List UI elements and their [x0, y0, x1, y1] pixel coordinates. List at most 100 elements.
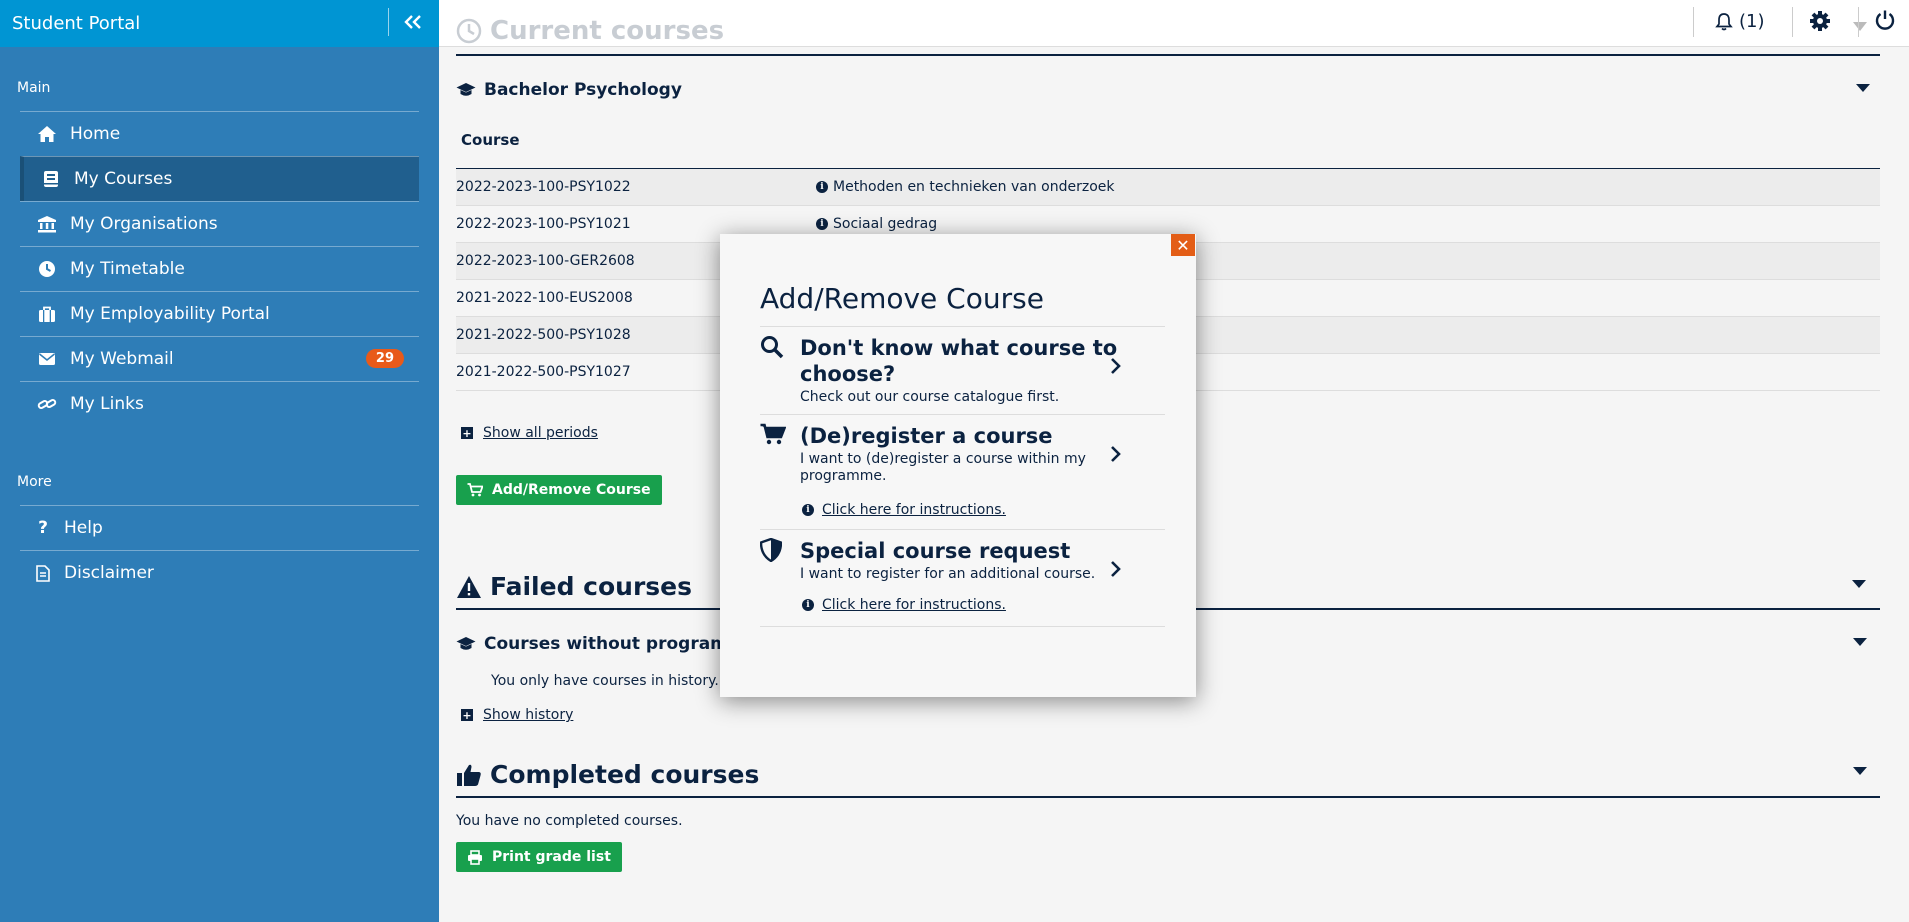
- collapse-sidebar-button[interactable]: [398, 6, 428, 38]
- sidebar-item-my-employability-portal[interactable]: My Employability Portal: [20, 291, 419, 336]
- print-grade-list-button[interactable]: Print grade list: [456, 842, 622, 872]
- sidebar-item-label: Disclaimer: [64, 563, 154, 583]
- option-subtitle: I want to register for an additional cou…: [800, 566, 1096, 582]
- instructions-link[interactable]: Click here for instructions.: [822, 502, 1006, 518]
- info-icon[interactable]: i: [816, 181, 828, 193]
- link-icon: [34, 396, 60, 412]
- sidebar-item-label: My Employability Portal: [70, 304, 270, 324]
- collapse-failed-chevron-icon[interactable]: [1852, 580, 1866, 588]
- sidebar-item-label: My Webmail: [70, 349, 174, 369]
- topbar-divider: [1858, 7, 1859, 37]
- sidebar-item-disclaimer[interactable]: Disclaimer: [20, 550, 419, 595]
- table-row[interactable]: 2022-2023-100-PSY1022 i Methoden en techn…: [456, 169, 1880, 206]
- home-icon: [34, 125, 60, 143]
- sidebar-item-my-webmail[interactable]: My Webmail 29: [20, 336, 419, 381]
- sidebar-item-label: Help: [64, 518, 103, 538]
- chevron-right-icon: [1110, 357, 1122, 379]
- notifications-button[interactable]: (1): [1715, 11, 1765, 32]
- cart-icon: [467, 483, 483, 497]
- sidebar-item-my-courses[interactable]: My Courses: [20, 156, 419, 201]
- shield-icon: [759, 537, 783, 566]
- section-divider: [456, 54, 1880, 56]
- add-remove-course-label: Add/Remove Course: [492, 482, 651, 498]
- current-courses-title: Current courses: [456, 16, 724, 46]
- show-all-periods-link-row: + Show all periods: [461, 425, 598, 441]
- info-icon: i: [802, 599, 814, 611]
- sidebar-item-label: Home: [70, 124, 121, 144]
- close-icon: ✕: [1176, 235, 1190, 255]
- section-divider: [456, 796, 1880, 798]
- cart-icon: [760, 423, 787, 449]
- sidebar-item-my-links[interactable]: My Links: [20, 381, 419, 426]
- collapse-completed-chevron-icon[interactable]: [1853, 767, 1867, 775]
- programme-heading[interactable]: Bachelor Psychology: [456, 80, 682, 100]
- option-special-course-request[interactable]: Special course request I want to registe…: [759, 529, 1165, 626]
- printer-icon: [468, 849, 482, 865]
- option-bottom-divider: [760, 626, 1165, 627]
- thumbs-up-icon: [457, 764, 481, 786]
- user-menu-chevron-icon[interactable]: [1853, 22, 1867, 31]
- sidebar-header: Student Portal: [0, 0, 439, 47]
- sidebar-item-label: My Links: [70, 394, 144, 414]
- completed-courses-heading[interactable]: Completed courses: [456, 760, 759, 789]
- option-course-catalogue[interactable]: Don't know what course to choose? Check …: [760, 326, 1165, 414]
- power-icon: [1875, 10, 1895, 30]
- course-name-cell: i Methoden en technieken van onderzoek: [816, 179, 1115, 195]
- show-history-link-row: + Show history: [461, 707, 573, 723]
- graduation-cap-icon: [456, 637, 476, 650]
- bank-icon: [34, 215, 60, 233]
- courses-without-programme-heading[interactable]: Courses without programme: [456, 634, 757, 654]
- gear-icon: [1810, 11, 1830, 31]
- sidebar-item-label: My Organisations: [70, 214, 218, 234]
- option-deregister-course[interactable]: (De)register a course I want to (de)regi…: [760, 414, 1165, 529]
- failed-courses-heading[interactable]: Failed courses: [456, 572, 692, 601]
- current-courses-title-text: Current courses: [490, 16, 725, 46]
- collapse-programme-chevron-icon[interactable]: [1856, 84, 1870, 92]
- completed-courses-title: Completed courses: [490, 760, 760, 789]
- course-code: 2022-2023-100-PSY1022: [456, 179, 631, 195]
- add-remove-course-button[interactable]: Add/Remove Course: [456, 475, 662, 505]
- instructions-link[interactable]: Click here for instructions.: [822, 597, 1006, 613]
- collapse-without-programme-chevron-icon[interactable]: [1853, 638, 1867, 646]
- chevron-right-icon: [1110, 445, 1122, 467]
- option-subtitle: Check out our course catalogue first.: [800, 389, 1060, 405]
- info-icon: i: [802, 504, 814, 516]
- option-title: (De)register a course: [800, 424, 1053, 448]
- topbar-divider: [1792, 7, 1793, 37]
- sidebar-item-help[interactable]: ? Help: [20, 505, 419, 550]
- course-code: 2022-2023-100-PSY1021: [456, 216, 631, 232]
- option-subtitle: I want to (de)register a course within m…: [800, 451, 1086, 485]
- sidebar: Student Portal Main Home My Courses My O…: [0, 0, 439, 922]
- option-title-line: Don't know what course to: [800, 336, 1118, 360]
- logout-button[interactable]: [1874, 9, 1896, 35]
- briefcase-icon: [34, 306, 60, 323]
- warning-icon: [457, 575, 481, 598]
- envelope-icon: [34, 352, 60, 366]
- search-icon: [760, 335, 784, 363]
- info-icon[interactable]: i: [816, 218, 828, 230]
- show-history-link[interactable]: Show history: [483, 707, 573, 723]
- double-chevron-left-icon: [404, 15, 421, 29]
- sidebar-item-my-organisations[interactable]: My Organisations: [20, 201, 419, 246]
- programme-name: Bachelor Psychology: [484, 80, 682, 100]
- book-icon: [38, 170, 64, 188]
- option-subtitle-line: programme.: [800, 468, 887, 484]
- sidebar-item-my-timetable[interactable]: My Timetable: [20, 246, 419, 291]
- bell-icon: [1715, 13, 1733, 31]
- clock-icon: [34, 260, 60, 278]
- close-button[interactable]: ✕: [1171, 234, 1195, 256]
- option-title: Don't know what course to choose?: [800, 335, 1117, 387]
- sidebar-item-home[interactable]: Home: [20, 111, 419, 156]
- main-nav: Home My Courses My Organisations My Time…: [20, 111, 419, 426]
- course-name-cell: i Sociaal gedrag: [816, 216, 937, 232]
- settings-button[interactable]: [1809, 10, 1831, 36]
- show-all-periods-link[interactable]: Show all periods: [483, 425, 598, 441]
- section-title-more: More: [17, 474, 52, 490]
- option-title: Special course request: [800, 539, 1071, 563]
- brand-title[interactable]: Student Portal: [12, 13, 140, 34]
- column-header-course: Course: [461, 131, 520, 149]
- section-title-main: Main: [17, 80, 51, 96]
- instructions-row: i Click here for instructions.: [802, 597, 1006, 613]
- instructions-row: i Click here for instructions.: [802, 502, 1006, 518]
- option-title-line: choose?: [800, 362, 896, 386]
